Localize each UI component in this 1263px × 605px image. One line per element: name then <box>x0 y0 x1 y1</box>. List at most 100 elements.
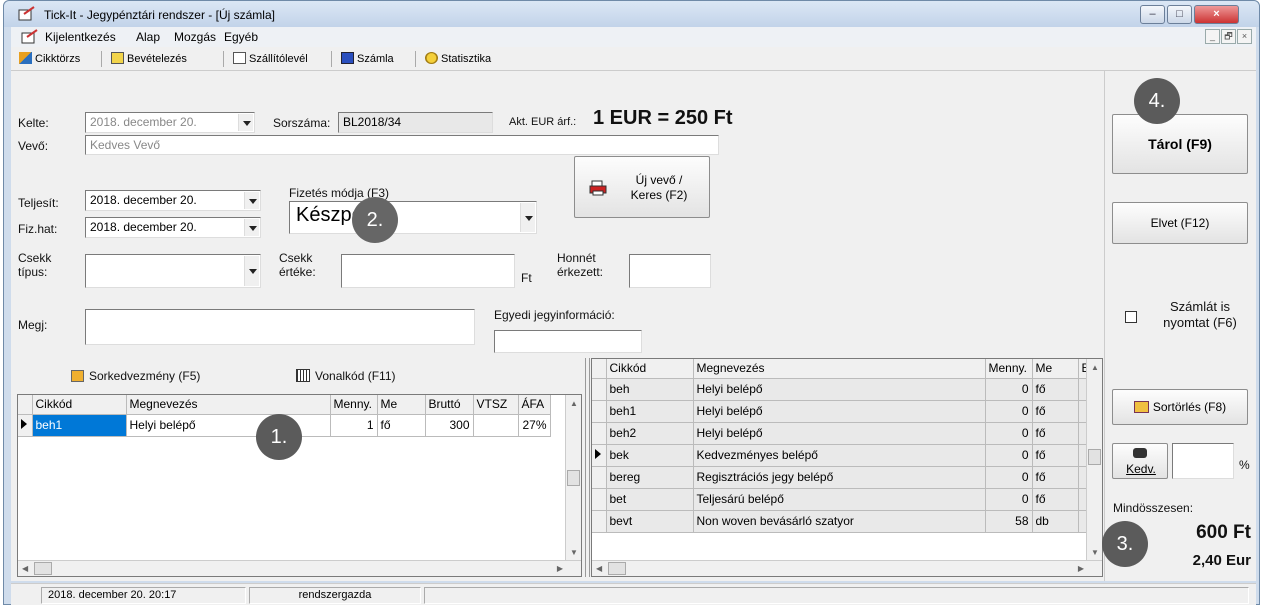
cell-name[interactable]: Kedvezményes belépő <box>693 444 986 467</box>
col-megnevezes[interactable]: Megnevezés <box>693 359 986 379</box>
cell-code[interactable]: beh2 <box>606 422 694 445</box>
toolbar-bevetelezes[interactable]: Bevételezés <box>111 52 187 65</box>
col-menny[interactable]: Menny. <box>985 359 1033 379</box>
close-button[interactable]: × <box>1194 5 1239 24</box>
csekk-tipus-select[interactable] <box>85 254 261 288</box>
left-grid-hscroll[interactable]: ◀ ▶ <box>18 560 581 576</box>
tarol-button[interactable]: Tárol (F9) <box>1112 114 1248 174</box>
col-vtsz[interactable]: VTSZ <box>473 395 519 415</box>
cell-vtsz[interactable] <box>473 414 519 437</box>
toolbar-szallitolevel[interactable]: Szállítólevél <box>233 52 308 65</box>
menu-kijelentkezes[interactable]: Kijelentkezés <box>45 30 116 44</box>
cell-name[interactable]: Non woven bevásárló szatyor <box>693 510 986 533</box>
cell-unit[interactable]: db <box>1032 510 1079 533</box>
csekk-erteke-field[interactable] <box>341 254 515 288</box>
col-menny[interactable]: Menny. <box>330 395 378 415</box>
grid-splitter[interactable] <box>585 358 590 577</box>
cell-name[interactable]: Helyi belépő <box>693 378 986 401</box>
fizhat-dropdown-icon[interactable] <box>244 219 259 236</box>
table-row[interactable]: bet Teljesárú belépő 0 fő <box>592 488 1095 511</box>
csekk-tipus-dropdown-icon[interactable] <box>244 256 259 286</box>
discount-percent-field[interactable] <box>1172 443 1234 479</box>
right-grid-vscroll[interactable]: ▲ ▼ <box>1086 359 1102 561</box>
cell-unit[interactable]: fő <box>1032 400 1079 423</box>
toolbar-cikktorzs[interactable]: Cikktörzs <box>19 52 80 65</box>
cell-unit[interactable]: fő <box>1032 488 1079 511</box>
cell-unit[interactable]: fő <box>1032 422 1079 445</box>
cell-name[interactable]: Helyi belépő <box>693 400 986 423</box>
mdi-restore-button[interactable]: 🗗 <box>1221 29 1236 44</box>
honnet-field[interactable] <box>629 254 711 288</box>
sortorles-button[interactable]: Sortörlés (F8) <box>1112 389 1248 425</box>
table-row[interactable]: bek Kedvezményes belépő 0 fő <box>592 444 1095 467</box>
col-me[interactable]: Me <box>1032 359 1079 379</box>
cell-code[interactable]: bek <box>606 444 694 467</box>
col-afa[interactable]: ÁFA <box>518 395 551 415</box>
cell-code[interactable]: beh1 <box>606 400 694 423</box>
col-cikkod[interactable]: Cikkód <box>32 395 127 415</box>
kelte-date-picker[interactable]: 2018. december 20. <box>85 112 255 133</box>
cell-unit[interactable]: fő <box>377 414 426 437</box>
table-row[interactable]: beh Helyi belépő 0 fő <box>592 378 1095 401</box>
cell-code[interactable]: bereg <box>606 466 694 489</box>
egyedi-field[interactable] <box>494 330 642 353</box>
fizetes-dropdown-icon[interactable] <box>520 203 535 232</box>
col-me[interactable]: Me <box>377 395 426 415</box>
cell-name[interactable]: Helyi belépő <box>693 422 986 445</box>
menu-mozgas[interactable]: Mozgás <box>174 30 216 44</box>
sorkedvezmeny-button[interactable]: Sorkedvezmény (F5) <box>71 369 200 383</box>
cell-code[interactable]: bet <box>606 488 694 511</box>
teljesit-dropdown-icon[interactable] <box>244 192 259 209</box>
cell-name[interactable]: Regisztrációs jegy belépő <box>693 466 986 489</box>
menu-egyeb[interactable]: Egyéb <box>224 30 258 44</box>
minimize-button[interactable]: – <box>1140 5 1165 24</box>
cell-qty[interactable]: 0 <box>985 444 1033 467</box>
toolbar-statisztika[interactable]: Statisztika <box>425 52 491 65</box>
col-cikkod[interactable]: Cikkód <box>606 359 694 379</box>
cell-gross[interactable]: 300 <box>425 414 474 437</box>
product-list-grid[interactable]: Cikkód Megnevezés Menny. Me E behHelyi b… <box>591 358 1103 577</box>
left-grid-vscroll-thumb[interactable] <box>567 470 580 486</box>
left-grid-hscroll-thumb[interactable] <box>34 562 52 575</box>
uj-vevo-button[interactable]: Új vevő / Keres (F2) <box>574 156 710 218</box>
cell-code[interactable]: bevt <box>606 510 694 533</box>
cell-qty[interactable]: 58 <box>985 510 1033 533</box>
cell-unit[interactable]: fő <box>1032 466 1079 489</box>
elvet-button[interactable]: Elvet (F12) <box>1112 202 1248 244</box>
cell-qty[interactable]: 0 <box>985 400 1033 423</box>
cell-unit[interactable]: fő <box>1032 378 1079 401</box>
maximize-button[interactable]: □ <box>1167 5 1192 24</box>
kelte-dropdown-icon[interactable] <box>238 114 253 131</box>
left-grid-vscroll[interactable]: ▲ ▼ <box>565 395 581 561</box>
invoice-lines-grid[interactable]: Cikkód Megnevezés Menny. Me Bruttó VTSZ … <box>17 394 582 577</box>
teljesit-date-picker[interactable]: 2018. december 20. <box>85 190 261 211</box>
cell-qty[interactable]: 1 <box>330 414 378 437</box>
table-row[interactable]: bevt Non woven bevásárló szatyor 58 db <box>592 510 1095 533</box>
cell-qty[interactable]: 0 <box>985 378 1033 401</box>
col-brutto[interactable]: Bruttó <box>425 395 474 415</box>
menu-alap[interactable]: Alap <box>136 30 160 44</box>
fizhat-date-picker[interactable]: 2018. december 20. <box>85 217 261 238</box>
right-grid-vscroll-thumb[interactable] <box>1088 449 1101 465</box>
cell-unit[interactable]: fő <box>1032 444 1079 467</box>
cell-qty[interactable]: 0 <box>985 488 1033 511</box>
megj-field[interactable] <box>85 309 475 345</box>
toolbar-szamla[interactable]: Számla <box>341 52 394 65</box>
col-megnevezes[interactable]: Megnevezés <box>126 395 331 415</box>
vonalkod-button[interactable]: Vonalkód (F11) <box>296 369 396 383</box>
cell-code[interactable]: beh1 <box>32 414 127 437</box>
cell-name[interactable]: Teljesárú belépő <box>693 488 986 511</box>
table-row[interactable]: beh1 Helyi belépő 0 fő <box>592 400 1095 423</box>
cell-qty[interactable]: 0 <box>985 466 1033 489</box>
right-grid-hscroll-thumb[interactable] <box>608 562 626 575</box>
cell-vat[interactable]: 27% <box>518 414 551 437</box>
table-row[interactable]: beh2 Helyi belépő 0 fő <box>592 422 1095 445</box>
cell-qty[interactable]: 0 <box>985 422 1033 445</box>
print-checkbox[interactable] <box>1125 311 1137 323</box>
fizetes-mode-select[interactable]: Készpénz <box>289 201 537 234</box>
cell-code[interactable]: beh <box>606 378 694 401</box>
mdi-minimize-button[interactable]: _ <box>1205 29 1220 44</box>
vevo-field[interactable]: Kedves Vevő <box>85 135 719 155</box>
table-row[interactable]: bereg Regisztrációs jegy belépő 0 fő <box>592 466 1095 489</box>
kedv-button[interactable]: Kedv. <box>1112 443 1168 479</box>
